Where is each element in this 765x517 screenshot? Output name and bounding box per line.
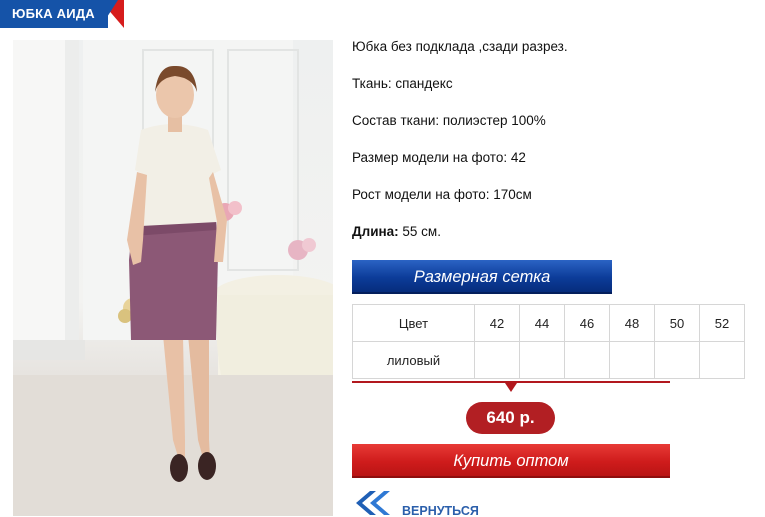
price-pointer-icon — [505, 383, 517, 392]
product-description: Юбка без подклада ,сзади разрез. Ткань: … — [352, 38, 752, 260]
color-name-cell: лиловый — [352, 341, 475, 379]
qty-cell-44[interactable] — [519, 341, 565, 379]
desc-line-5: Рост модели на фото: 170см — [352, 187, 532, 202]
desc-line-4: Размер модели на фото: 42 — [352, 150, 526, 165]
price-badge: 640 р. — [466, 402, 555, 434]
size-44-header: 44 — [519, 304, 565, 342]
page-title: ЮБКА АИДА — [12, 6, 95, 21]
length-value: 55 см. — [398, 224, 441, 239]
size-52-header: 52 — [699, 304, 745, 342]
size-46-header: 46 — [564, 304, 610, 342]
length-label: Длина: — [352, 224, 399, 239]
double-chevron-left-icon — [352, 490, 392, 516]
back-link[interactable]: ВЕРНУТЬСЯ — [352, 488, 492, 517]
size-50-header: 50 — [654, 304, 700, 342]
back-label[interactable]: ВЕРНУТЬСЯ — [402, 504, 479, 517]
size-table: Цвет 42 44 46 48 50 52 лиловый — [352, 304, 745, 379]
size-48-header: 48 — [609, 304, 655, 342]
desc-line-3: Состав ткани: полиэстер 100% — [352, 113, 546, 128]
table-row: Цвет 42 44 46 48 50 52 — [352, 304, 745, 342]
qty-cell-46[interactable] — [564, 341, 610, 379]
desc-length: Длина: 55 см. — [352, 223, 752, 260]
qty-cell-52[interactable] — [699, 341, 745, 379]
buy-wholesale-button[interactable]: Купить оптом — [352, 444, 670, 478]
qty-cell-48[interactable] — [609, 341, 655, 379]
table-row: лиловый — [352, 341, 745, 379]
product-photo — [13, 40, 333, 516]
desc-line-1: Юбка без подклада ,сзади разрез. — [352, 39, 568, 54]
page-title-tab: ЮБКА АИДА — [0, 0, 124, 28]
size-chart-button[interactable]: Размерная сетка — [352, 260, 612, 294]
color-header-cell: Цвет — [352, 304, 475, 342]
size-42-header: 42 — [474, 304, 520, 342]
qty-cell-42[interactable] — [474, 341, 520, 379]
desc-line-2: Ткань: спандекс — [352, 76, 453, 91]
qty-cell-50[interactable] — [654, 341, 700, 379]
